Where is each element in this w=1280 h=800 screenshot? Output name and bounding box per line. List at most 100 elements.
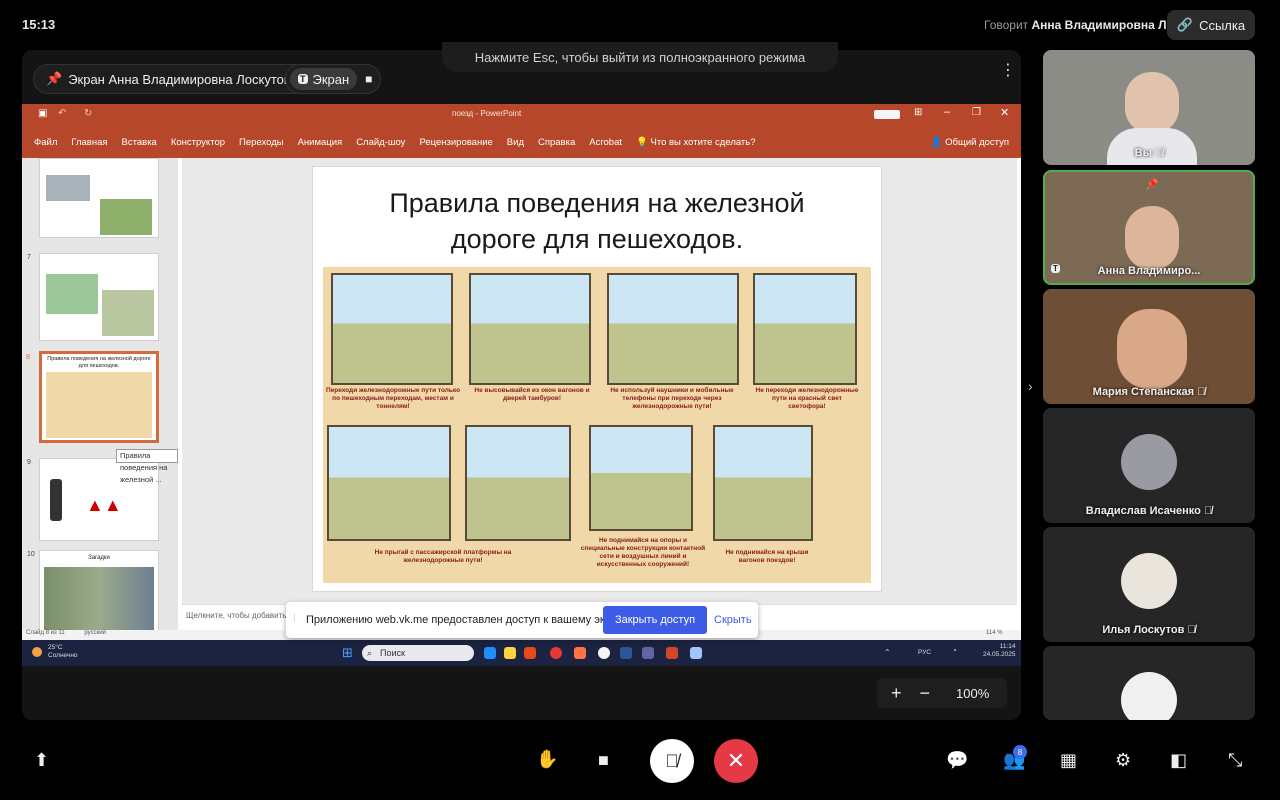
search-icon: ⌕ [367, 648, 373, 658]
fullscreen-esc-hint: Нажмите Esc, чтобы выйти из полноэкранно… [442, 42, 838, 72]
tell-me-field[interactable]: 💡 Что вы хотите сделать? [636, 137, 756, 148]
drag-handle-icon[interactable]: ⁞ [293, 613, 296, 624]
restore-icon[interactable]: ❐ [972, 107, 981, 118]
tab-design[interactable]: Конструктор [171, 137, 225, 148]
word-icon[interactable] [620, 647, 632, 659]
ppt-ribbon-tabs: Файл Главная Вставка Конструктор Переход… [22, 126, 1021, 158]
illustration-panel [465, 425, 571, 541]
camera-icon[interactable]: ■ [598, 750, 609, 771]
tab-insert[interactable]: Вставка [122, 137, 157, 148]
tab-slideshow[interactable]: Слайд-шоу [356, 137, 405, 148]
undo-icon[interactable]: ↶ [58, 108, 66, 119]
mic-off-icon: 🎙̸ [1187, 624, 1196, 636]
stop-sharing-button[interactable]: Закрыть доступ [603, 606, 707, 634]
slide-title: Правила поведения на железной дороге для… [313, 185, 881, 257]
exit-fullscreen-icon[interactable]: ⤡ [1228, 750, 1242, 771]
stage-more-icon[interactable]: ⋮ [1000, 60, 1016, 80]
zoom-in-button[interactable]: + [891, 683, 902, 704]
tell-me-label: Что вы хотите сделать? [650, 136, 756, 148]
tray-chevron-icon[interactable]: ⌃ [884, 648, 891, 657]
participant-tile[interactable]: Илья Лоскутов 🎙̸ [1043, 527, 1255, 642]
thumbnail-image [46, 175, 90, 201]
zoom-out-button[interactable]: − [920, 683, 931, 704]
participant-video [1117, 309, 1187, 389]
opera-icon[interactable] [550, 647, 562, 659]
end-call-button[interactable]: ✕ [714, 739, 758, 783]
taskbar-clock[interactable]: 11:14 24.05.2025 [983, 643, 1016, 659]
weather-widget[interactable]: 25°C Солнечно [48, 644, 78, 660]
safety-rules-poster: Переходи железнодорожные пути только по … [323, 267, 871, 583]
slide-thumbnail-selected[interactable]: 8 Правила поведения на железной дороге д… [26, 351, 159, 443]
screen-icon: T [298, 74, 308, 84]
mic-toggle-button[interactable]: 🎙̸ [650, 739, 694, 783]
grid-view-icon[interactable]: ▦ [1060, 750, 1077, 771]
input-language[interactable]: РУС [918, 649, 931, 656]
powerpoint-icon[interactable] [666, 647, 678, 659]
layout-switcher[interactable]: T Экран ■ [285, 64, 382, 94]
poster-caption: Не высовывайся из окон вагонов и дверей … [474, 387, 590, 402]
tab-review[interactable]: Рецензирование [419, 137, 492, 148]
thumbnail-title: Загадки [88, 555, 110, 561]
slide-thumbnail[interactable]: 10 Загадки [27, 550, 159, 634]
screen-tab[interactable]: T Экран [290, 68, 358, 90]
tab-home[interactable]: Главная [71, 137, 107, 148]
slide-thumbnail[interactable]: 7 [27, 253, 159, 341]
save-icon[interactable]: ▣ [38, 108, 47, 119]
layout-icon[interactable]: ◧ [1170, 750, 1187, 771]
windows-start-icon[interactable]: ⊞ [342, 645, 353, 661]
redo-icon[interactable]: ↻ [84, 108, 92, 119]
participant-tile[interactable]: Мария Степанская 🎙̸ [1043, 289, 1255, 404]
share-owner-pill[interactable]: 📌 Экран Анна Владимировна Лоскутова [33, 64, 311, 94]
teams-icon[interactable] [642, 647, 654, 659]
participant-name-text: Владислав Исаченко [1085, 505, 1201, 517]
hide-banner-link[interactable]: Скрыть [714, 614, 752, 626]
pin-icon: 📌 [1145, 179, 1159, 191]
minimize-icon[interactable]: – [944, 106, 950, 118]
gear-icon[interactable]: ⚙ [1115, 750, 1131, 771]
poster-caption: Не используй наушники и мобильные телефо… [610, 387, 734, 410]
close-icon[interactable]: ✕ [1000, 106, 1009, 119]
copy-link-label: Ссылка [1199, 17, 1246, 33]
participant-tile[interactable] [1043, 646, 1255, 720]
slide-thumbnail[interactable] [39, 158, 159, 238]
participant-tile[interactable]: Владислав Исаченко 🎙̸ [1043, 408, 1255, 523]
app-icon[interactable] [690, 647, 702, 659]
ribbon-display-icon[interactable]: ⊞ [914, 107, 922, 118]
participant-name-text: Мария Степанская [1092, 386, 1195, 398]
camera-icon[interactable]: ■ [365, 72, 372, 86]
tab-transitions[interactable]: Переходы [239, 137, 284, 148]
tab-animation[interactable]: Анимация [298, 137, 343, 148]
tab-acrobat[interactable]: Acrobat [589, 137, 622, 148]
chat-icon[interactable]: 💬 [946, 750, 968, 771]
tab-help[interactable]: Справка [538, 137, 575, 148]
edge-icon[interactable] [484, 647, 496, 659]
chevron-right-icon[interactable]: › [1028, 378, 1033, 394]
files-icon[interactable] [504, 647, 516, 659]
app-icon[interactable] [574, 647, 586, 659]
thumbnail-title: Правила поведения на железной дороге для… [47, 356, 151, 369]
taskbar-time: 11:14 [999, 643, 1016, 650]
pin-icon: 📌 [46, 71, 63, 86]
weather-temp: 25°C [48, 644, 63, 651]
link-icon: 🔗 [1176, 17, 1194, 32]
participant-tile[interactable]: Вы 🎙̸ [1043, 50, 1255, 165]
weather-text: Солнечно [48, 652, 78, 659]
poster-caption: Не поднимайся на опоры и специальные кон… [580, 537, 706, 568]
copy-link-button[interactable]: 🔗 Ссылка [1167, 10, 1255, 40]
ppt-share-button[interactable]: 👤 Общий доступ [931, 137, 1009, 148]
raise-hand-icon[interactable]: ✋ [536, 749, 558, 770]
avatar [1121, 553, 1177, 609]
yandex-icon[interactable] [598, 647, 610, 659]
tab-view[interactable]: Вид [507, 137, 524, 148]
illustration-panel [327, 425, 451, 541]
share-owner-title: Экран Анна Владимировна Лоскутова [68, 71, 298, 87]
participant-tile-pinned[interactable]: 📌 T Анна Владимиро... [1043, 170, 1255, 285]
app-icon[interactable] [524, 647, 536, 659]
share-screen-icon[interactable]: ⬆ [34, 750, 49, 771]
tab-file[interactable]: Файл [34, 137, 57, 148]
signin-button[interactable] [874, 110, 900, 119]
slide-number: 9 [27, 459, 31, 466]
network-icon[interactable]: ◔ [952, 646, 957, 655]
taskbar-search[interactable]: ⌕ Поиск [362, 645, 474, 661]
taskbar-date: 24.05.2025 [983, 651, 1016, 658]
